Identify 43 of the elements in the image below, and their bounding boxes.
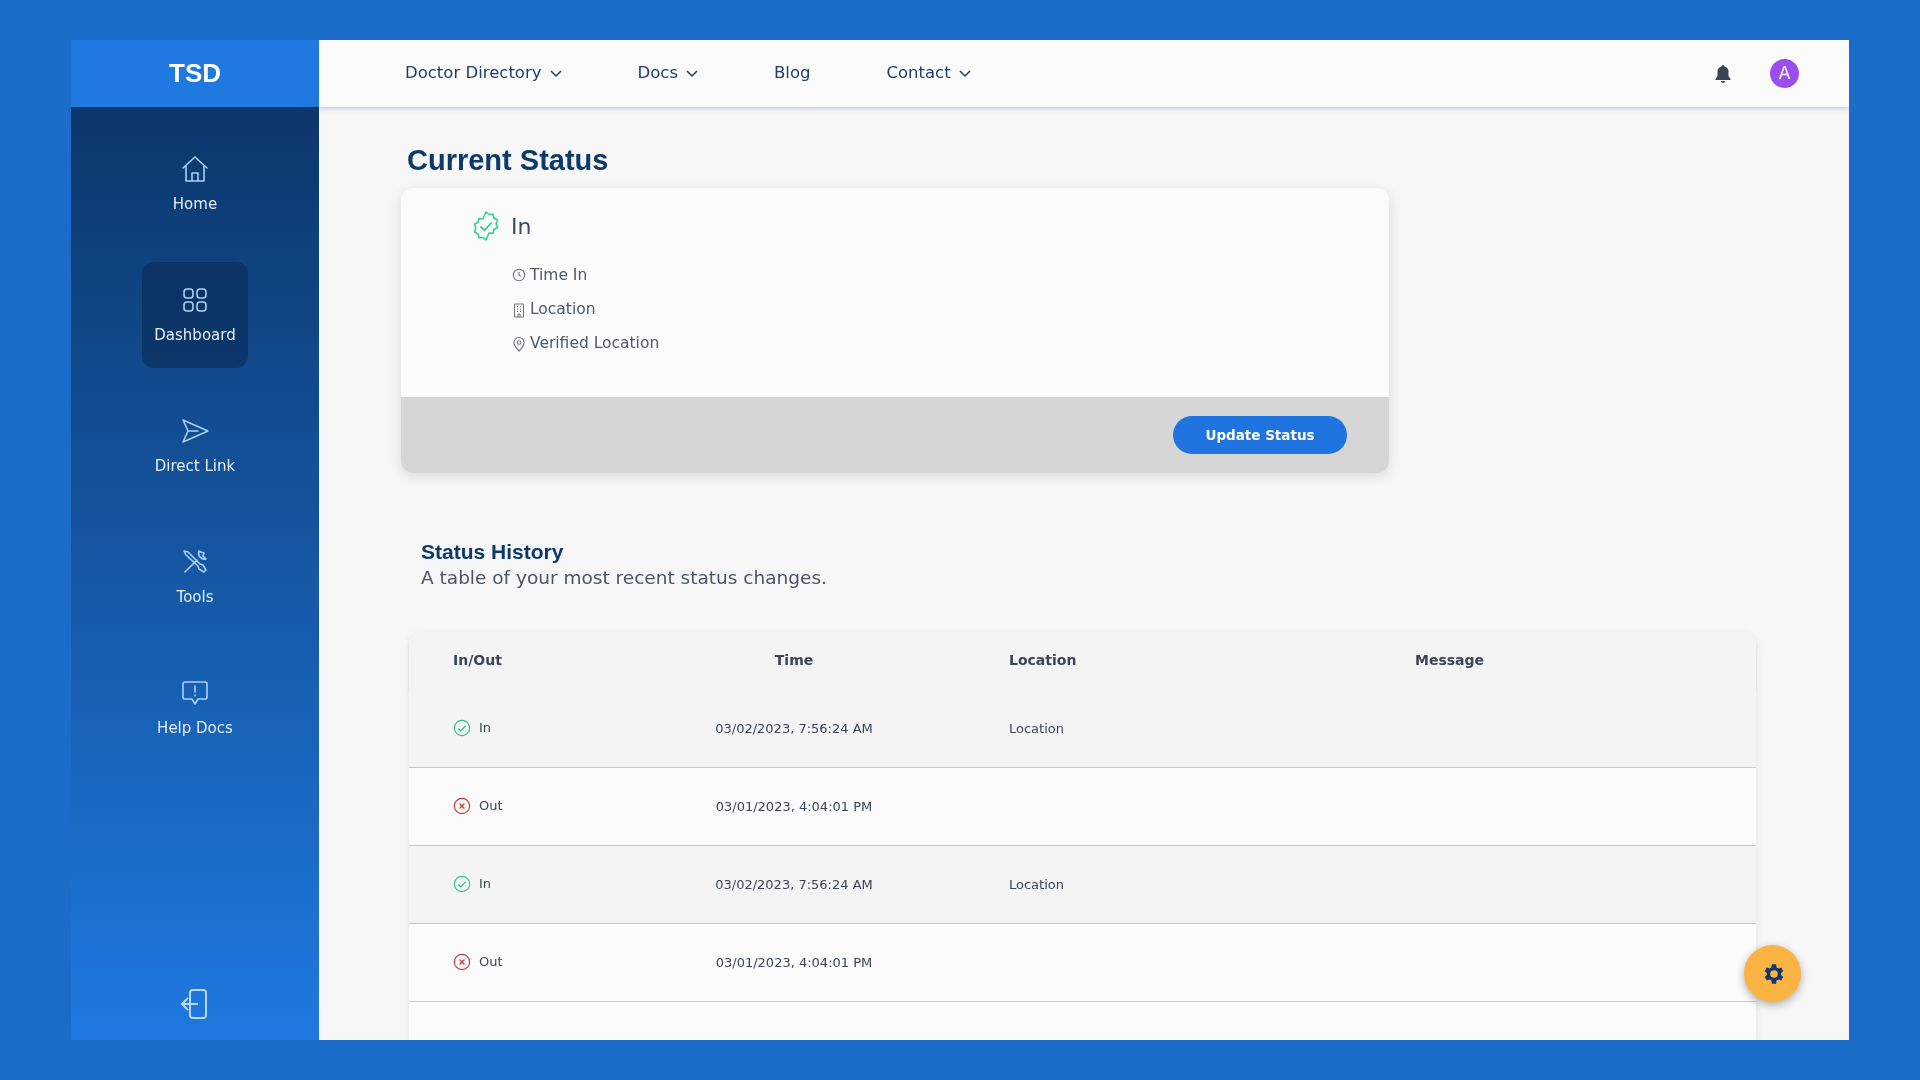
avatar[interactable]: A [1770, 59, 1799, 88]
in-out-cell-text: In [479, 875, 492, 894]
in-out-cell-text: Out [479, 797, 503, 816]
section-title: Status History [421, 538, 565, 564]
update-status-button[interactable]: Update Status [1173, 415, 1347, 454]
status-label: In [511, 213, 532, 242]
logout-icon [180, 988, 210, 1020]
time-cell: 03/01/2023, 4:04:01 PM [715, 799, 873, 815]
detail-label: Location [530, 299, 596, 321]
in-out-cell-text: Out [479, 953, 503, 972]
location-cell: Location [1009, 721, 1064, 737]
detail-label: Time In [530, 264, 588, 286]
time-cell: 03/02/2023, 7:56:24 AM [715, 877, 873, 893]
chevron-down-icon [686, 69, 698, 78]
brand-logo[interactable]: TSD [71, 40, 319, 107]
sidebar-item[interactable]: Direct Link [142, 393, 248, 499]
column-header: Time [774, 652, 814, 669]
column-header: Message [1415, 652, 1485, 669]
sidebar-item[interactable]: Home [142, 131, 248, 237]
time-cell: 03/02/2023, 7:56:24 AM [715, 721, 873, 737]
column-header: In/Out [453, 652, 502, 669]
time-cell: 03/01/2023, 4:04:01 PM [715, 955, 873, 971]
in-out-cell-text: In [479, 719, 492, 738]
sidebar-item[interactable]: Dashboard [142, 262, 248, 368]
building-icon [512, 301, 526, 318]
nav-link[interactable]: Doctor Directory [405, 61, 562, 86]
location-pin-icon [512, 335, 526, 352]
column-header: Location [1009, 652, 1077, 669]
detail-label: Verified Location [530, 333, 660, 355]
chevron-down-icon [958, 69, 971, 78]
section-subtitle: A table of your most recent status changes. [421, 566, 828, 590]
nav-link[interactable]: Blog [774, 61, 811, 86]
chevron-down-icon [549, 69, 562, 78]
page-title: Current Status [407, 143, 610, 178]
sidebar-item[interactable]: Help Docs [142, 655, 248, 761]
clock-icon [512, 267, 526, 284]
logout-button[interactable] [180, 988, 210, 1020]
nav-link[interactable]: Contact [886, 61, 971, 86]
location-cell: Location [1009, 877, 1064, 893]
nav-link[interactable]: Docs [637, 61, 698, 86]
sidebar-item[interactable]: Tools [142, 524, 248, 630]
bell-icon[interactable] [1714, 63, 1732, 84]
settings-button[interactable] [1744, 945, 1801, 1002]
